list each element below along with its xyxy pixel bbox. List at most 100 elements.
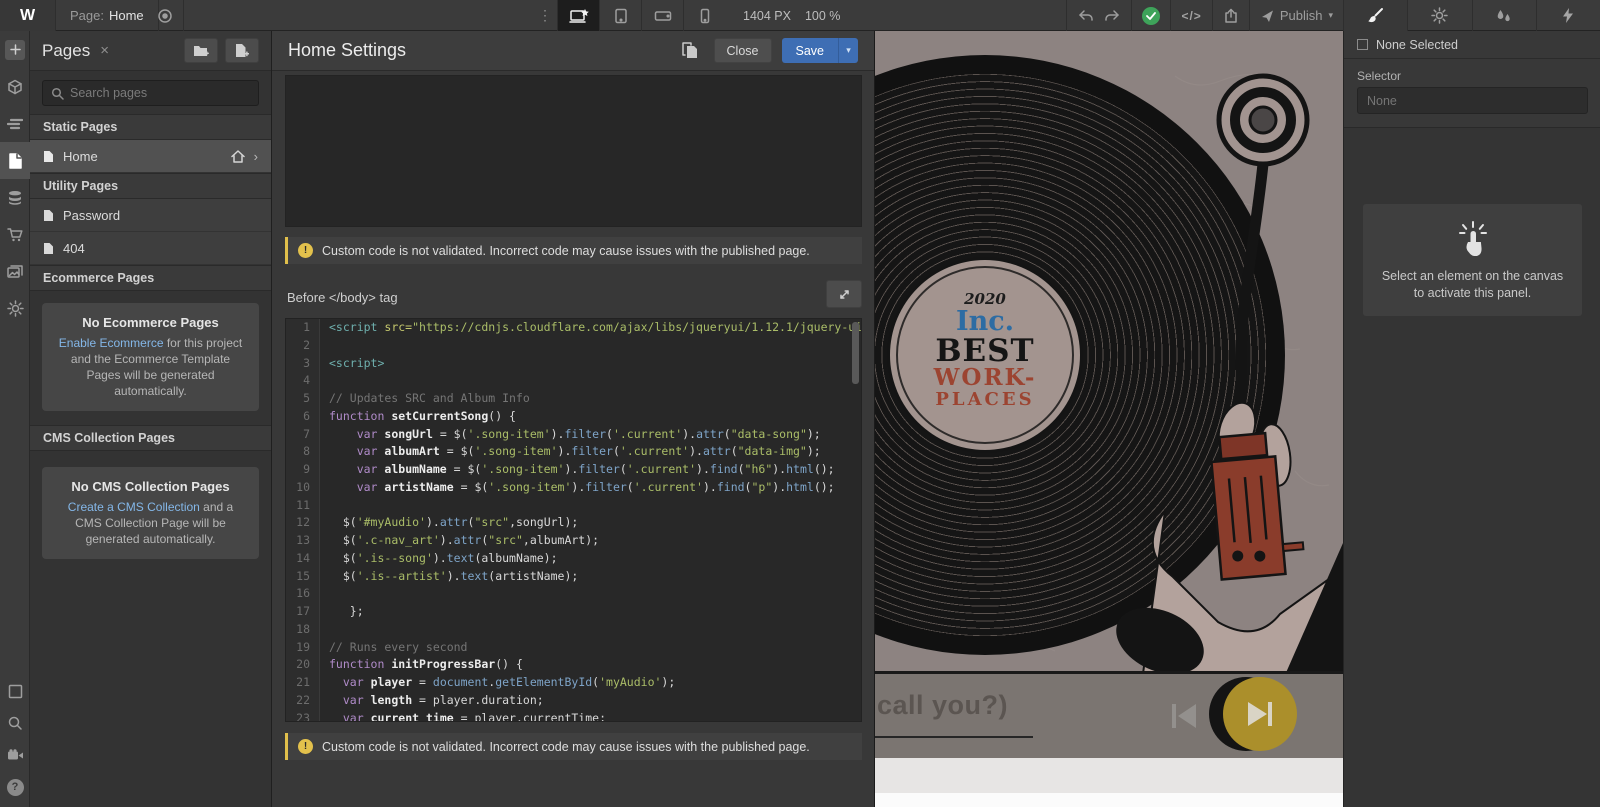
code-line[interactable]: 12 $('#myAudio').attr("src",songUrl); (286, 514, 861, 532)
style-panel: None Selected Selector Select an element… (1343, 31, 1600, 807)
canvas-frame-button[interactable] (0, 675, 30, 707)
code-line[interactable]: 2 (286, 337, 861, 355)
pages-button[interactable] (0, 142, 30, 179)
page-item-404[interactable]: 404 (30, 232, 271, 265)
add-elements-button[interactable] (0, 31, 30, 68)
code-line[interactable]: 8 var albumArt = $('.song-item').filter(… (286, 443, 861, 461)
cms-button[interactable] (0, 179, 30, 216)
undo-icon[interactable] (1077, 9, 1094, 23)
code-line[interactable]: 23 var current_time = player.currentTime… (286, 710, 861, 723)
redo-icon[interactable] (1104, 9, 1121, 23)
pages-panel-title: Pages (42, 41, 90, 61)
search-button[interactable] (0, 707, 30, 739)
canvas-width-value[interactable]: 1404 PX (743, 9, 791, 23)
code-line[interactable]: 1<script src="https://cdnjs.cloudflare.c… (286, 319, 861, 337)
utility-pages-header: Utility Pages (30, 173, 271, 199)
ecommerce-pages-header: Ecommerce Pages (30, 265, 271, 291)
saved-status[interactable] (1131, 0, 1170, 31)
modal-title: Home Settings (288, 40, 406, 61)
page-icon (43, 242, 54, 255)
assets-button[interactable] (0, 253, 30, 290)
add-folder-button[interactable] (184, 38, 218, 63)
plus-icon (5, 40, 25, 60)
code-line[interactable]: 20function initProgressBar() { (286, 656, 861, 674)
search-box[interactable] (42, 80, 259, 106)
tab-interactions[interactable] (1536, 0, 1600, 31)
code-line[interactable]: 7 var songUrl = $('.song-item').filter('… (286, 426, 861, 444)
history-controls (1066, 0, 1131, 31)
desktop-star-icon (569, 8, 589, 24)
code-line[interactable]: 18 (286, 621, 861, 639)
duplicate-icon[interactable] (682, 42, 698, 59)
close-button[interactable]: Close (714, 38, 772, 63)
page-plus-icon (235, 43, 249, 58)
add-page-button[interactable] (225, 38, 259, 63)
navigator-button[interactable] (0, 105, 30, 142)
code-line[interactable]: 16 (286, 585, 861, 603)
webflow-logo[interactable]: W (0, 0, 56, 31)
previous-track-icon[interactable] (1170, 702, 1200, 730)
code-line[interactable]: 3<script> (286, 355, 861, 373)
tab-style[interactable] (1343, 0, 1407, 31)
before-body-label: Before </body> tag (287, 290, 398, 305)
tab-style-manager[interactable] (1472, 0, 1536, 31)
page-item-home[interactable]: Home › (30, 140, 271, 173)
code-line[interactable]: 19// Runs every second (286, 639, 861, 657)
page-value: Home (109, 8, 144, 23)
create-cms-collection-link[interactable]: Create a CMS Collection (68, 500, 200, 514)
enable-ecommerce-link[interactable]: Enable Ecommerce (59, 336, 164, 350)
project-settings-button[interactable] (0, 290, 30, 327)
prompt-underline (875, 736, 1033, 738)
page-icon (43, 150, 54, 163)
selector-input[interactable] (1357, 87, 1588, 114)
code-line[interactable]: 13 $('.c-nav_art').attr("src",albumArt); (286, 532, 861, 550)
pages-close-icon[interactable]: × (100, 42, 109, 59)
code-line[interactable]: 6function setCurrentSong() { (286, 408, 861, 426)
warning-icon: ! (298, 739, 313, 754)
code-line[interactable]: 21 var player = document.getElementById(… (286, 674, 861, 692)
publish-button[interactable]: Publish ▾ (1249, 0, 1343, 31)
code-line[interactable]: 10 var artistName = $('.song-item').filt… (286, 479, 861, 497)
code-scrollbar[interactable] (852, 322, 859, 384)
code-line[interactable]: 11 (286, 497, 861, 515)
design-canvas[interactable]: 2020 Inc. BEST WORK- PLACES call you?) (875, 31, 1343, 807)
export-code-button[interactable]: </> (1170, 0, 1211, 31)
pages-search (30, 71, 271, 114)
gear-icon (1431, 7, 1448, 24)
head-code-editor[interactable] (285, 75, 862, 227)
canvas-zoom-value[interactable]: 100 % (805, 9, 840, 23)
code-line[interactable]: 5// Updates SRC and Album Info (286, 390, 861, 408)
warning-text: Custom code is not validated. Incorrect … (322, 244, 810, 258)
help-button[interactable]: ? (0, 771, 30, 803)
code-line[interactable]: 15 $('.is--artist').text(artistName); (286, 568, 861, 586)
page-item-password[interactable]: Password (30, 199, 271, 232)
chevron-right-icon[interactable]: › (254, 149, 258, 164)
next-track-button[interactable] (1223, 677, 1297, 751)
code-line[interactable]: 17 }; (286, 603, 861, 621)
body-code-editor[interactable]: 1<script src="https://cdnjs.cloudflare.c… (285, 318, 862, 722)
save-button[interactable]: Save (782, 38, 839, 63)
cms-empty-title: No CMS Collection Pages (56, 479, 245, 494)
preview-toggle[interactable] (146, 0, 184, 31)
search-input[interactable] (70, 86, 230, 100)
code-line[interactable]: 22 var length = player.duration; (286, 692, 861, 710)
breakpoint-phone[interactable] (683, 0, 725, 31)
code-line[interactable]: 4 (286, 372, 861, 390)
left-toolbar: ? (0, 31, 30, 807)
video-tutorials-button[interactable] (0, 739, 30, 771)
expand-editor-button[interactable] (826, 280, 862, 308)
selection-checkbox[interactable] (1357, 39, 1368, 50)
code-line[interactable]: 9 var albumName = $('.song-item').filter… (286, 461, 861, 479)
save-options-button[interactable]: ▾ (838, 38, 858, 63)
breakpoint-desktop[interactable] (557, 0, 599, 31)
ecommerce-button[interactable] (0, 216, 30, 253)
breakpoint-landscape[interactable] (641, 0, 683, 31)
canvas-white-strip (875, 793, 1343, 807)
tab-settings[interactable] (1407, 0, 1471, 31)
page-indicator[interactable]: Page: Home (56, 0, 159, 31)
components-button[interactable] (0, 68, 30, 105)
code-line[interactable]: 14 $('.is--song').text(albumName); (286, 550, 861, 568)
more-menu[interactable]: ⋮ (533, 7, 557, 24)
share-button[interactable] (1212, 0, 1249, 31)
breakpoint-tablet[interactable] (599, 0, 641, 31)
